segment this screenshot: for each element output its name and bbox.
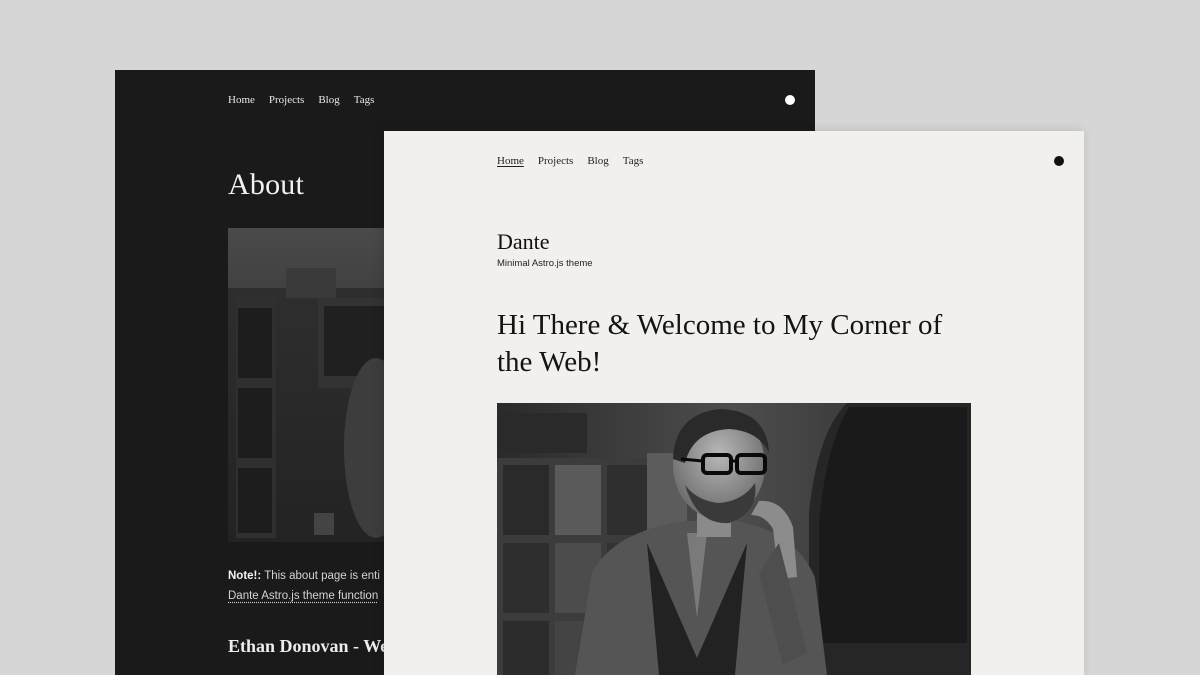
nav-tags-link[interactable]: Tags [623,155,644,167]
site-tagline: Minimal Astro.js theme [497,258,593,269]
nav-home-link[interactable]: Home [497,155,524,167]
nav-tags-link[interactable]: Tags [354,94,375,106]
site-name[interactable]: Dante [497,229,550,255]
note-label: Note!: [228,570,262,582]
main-nav: Home Projects Blog Tags [228,94,374,106]
page-title: About [228,168,304,201]
nav-projects-link[interactable]: Projects [538,155,573,167]
main-nav: Home Projects Blog Tags [497,155,643,167]
theme-functions-link[interactable]: Dante Astro.js theme function [228,590,378,602]
note-text: This about page is enti [261,570,380,582]
about-photo [228,228,388,542]
person-heading: Ethan Donovan - We [228,636,389,656]
home-page-light-window: Home Projects Blog Tags Dante Minimal As… [384,131,1084,675]
nav-home-link[interactable]: Home [228,94,255,106]
hero-photo [497,403,971,675]
nav-projects-link[interactable]: Projects [269,94,304,106]
nav-blog-link[interactable]: Blog [318,94,339,106]
theme-toggle-icon[interactable] [1054,156,1064,166]
nav-blog-link[interactable]: Blog [587,155,608,167]
theme-toggle-icon[interactable] [785,95,795,105]
hero-title: Hi There & Welcome to My Corner of the W… [497,309,943,378]
